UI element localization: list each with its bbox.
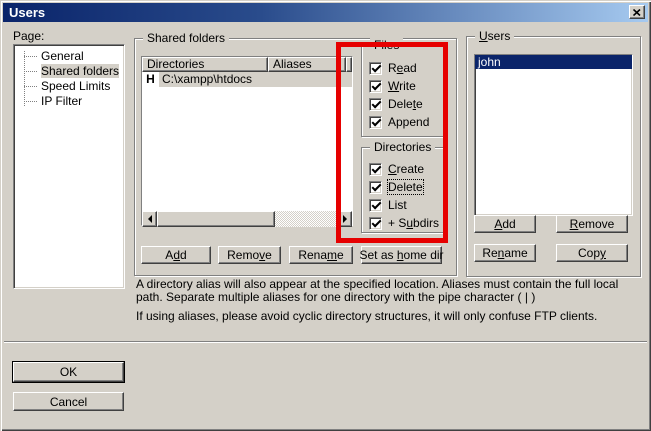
- page-label: Page:: [13, 29, 44, 43]
- annotation-highlight-rectangle: [336, 42, 448, 243]
- scroll-left-button[interactable]: [142, 211, 157, 227]
- titlebar[interactable]: Users: [3, 3, 648, 22]
- users-group-title: Users: [475, 29, 514, 43]
- remove-folder-button[interactable]: Remove: [218, 246, 281, 264]
- page-item-shared-folders[interactable]: Shared folders: [14, 64, 124, 79]
- column-header-directories[interactable]: Directories: [142, 57, 268, 72]
- footer-separator: [4, 341, 647, 343]
- page-item-speed-limits[interactable]: Speed Limits: [14, 79, 124, 94]
- directory-row[interactable]: H C:\xampp\htdocs: [142, 72, 352, 87]
- cancel-button[interactable]: Cancel: [13, 392, 124, 411]
- listview-body: H C:\xampp\htdocs: [142, 72, 352, 211]
- rename-user-button[interactable]: Rename: [474, 244, 536, 262]
- add-user-button[interactable]: Add: [474, 215, 536, 233]
- user-row-john[interactable]: john: [475, 55, 632, 69]
- info-line-2: path. Separate multiple aliases for one …: [136, 291, 618, 304]
- page-list: General Shared folders Speed Limits IP F…: [13, 44, 125, 289]
- page-item-label: Speed Limits: [41, 79, 110, 93]
- info-line-3: If using aliases, please avoid cyclic di…: [136, 310, 618, 323]
- set-as-home-dir-button[interactable]: Set as home dir: [361, 246, 442, 264]
- users-list: john: [474, 54, 633, 216]
- page-item-ip-filter[interactable]: IP Filter: [14, 94, 124, 109]
- remove-user-button[interactable]: Remove: [556, 215, 628, 233]
- page-item-label: IP Filter: [41, 94, 82, 108]
- scrollbar-thumb[interactable]: [157, 211, 275, 227]
- directory-path: C:\xampp\htdocs: [159, 72, 352, 87]
- users-dialog: Users Page: General Shared folders Speed…: [0, 0, 651, 431]
- scrollbar-track[interactable]: [275, 211, 337, 227]
- column-header-aliases[interactable]: Aliases: [268, 57, 346, 72]
- close-button[interactable]: [629, 5, 645, 19]
- rename-folder-button[interactable]: Rename: [289, 246, 353, 264]
- alias-info-text: A directory alias will also appear at th…: [136, 278, 618, 323]
- scroll-left-icon: [144, 215, 152, 223]
- horizontal-scrollbar[interactable]: [142, 211, 352, 227]
- page-item-general[interactable]: General: [14, 49, 124, 64]
- ok-button[interactable]: OK: [13, 362, 124, 382]
- home-flag: H: [142, 72, 159, 87]
- close-icon: [633, 9, 641, 16]
- directories-listview: Directories Aliases H C:\xampp\htdocs: [141, 56, 353, 226]
- listview-header: Directories Aliases: [142, 57, 352, 72]
- shared-folders-group-title: Shared folders: [143, 31, 229, 45]
- copy-user-button[interactable]: Copy: [556, 244, 628, 262]
- window-title: Users: [9, 5, 45, 20]
- add-folder-button[interactable]: Add: [141, 246, 211, 264]
- page-item-label: General: [41, 49, 84, 63]
- page-item-label: Shared folders: [41, 64, 119, 78]
